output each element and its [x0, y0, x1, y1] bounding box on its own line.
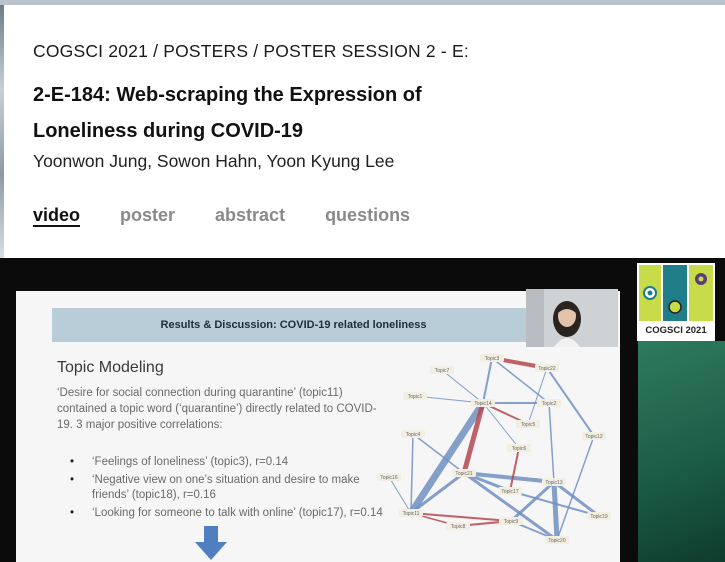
network-node-label: Topic6 — [512, 446, 527, 452]
background-panel — [638, 341, 725, 562]
network-edge — [527, 367, 548, 425]
authors: Yoonwon Jung, Sowon Hahn, Yoon Kyung Lee — [33, 151, 395, 171]
network-node: Topic6 — [507, 444, 531, 452]
list-item: ‘Looking for someone to talk with online… — [70, 506, 390, 522]
list-item: ‘Feelings of loneliness’ (topic3), r=0.1… — [70, 455, 390, 471]
network-edge — [388, 476, 412, 514]
poster-header: COGSCI 2021 / POSTERS / POSTER SESSION 2… — [0, 5, 725, 258]
network-edge — [548, 402, 555, 483]
network-node: Topic2 — [537, 399, 561, 407]
presenter-webcam — [526, 289, 618, 347]
network-edge — [441, 369, 484, 404]
network-edge — [410, 471, 465, 515]
network-edge — [509, 447, 520, 492]
network-node: Topic8 — [446, 522, 470, 530]
network-node-label: Topic11 — [403, 511, 420, 517]
network-node: Topic3 — [480, 354, 504, 362]
logo-text: COGSCI 2021 — [645, 325, 707, 336]
network-node: Topic11 — [399, 509, 423, 517]
network-node-label: Topic4 — [406, 432, 421, 438]
network-node: Topic14 — [471, 399, 495, 407]
network-edge — [551, 481, 560, 541]
network-node: Topic1 — [403, 392, 427, 400]
topic-network-graph: Topic3 Topic22 Topic7 Topic1 Topic14 Topic2 To… — [377, 354, 611, 544]
network-node: Topic20 — [545, 536, 569, 544]
tab-poster[interactable]: poster — [120, 205, 175, 226]
network-node: Topic19 — [587, 512, 611, 520]
network-edge — [482, 357, 493, 404]
network-node-label: Topic22 — [538, 366, 555, 372]
network-node-label: Topic2 — [542, 401, 557, 407]
network-edge — [482, 402, 520, 449]
network-node-label: Topic16 — [380, 475, 397, 481]
slide-heading: Topic Modeling — [57, 359, 164, 376]
page-title: 2-E-184: Web-scraping the Expression of … — [33, 84, 422, 142]
network-node: Topic17 — [498, 487, 522, 495]
network-node-label: Topic17 — [501, 489, 518, 495]
network-node: Topic4 — [401, 430, 425, 438]
list-item: ‘Negative view on one’s situation and de… — [70, 473, 390, 504]
network-node: Topic7 — [430, 366, 454, 374]
tab-abstract[interactable]: abstract — [215, 205, 285, 226]
slide-body: ‘Desire for social connection during qua… — [57, 387, 377, 431]
network-node-label: Topic13 — [545, 480, 562, 486]
network-node-label: Topic21 — [455, 471, 472, 477]
cogsci-logo: COGSCI 2021 — [637, 263, 715, 341]
breadcrumb[interactable]: COGSCI 2021 / POSTERS / POSTER SESSION 2… — [33, 41, 469, 62]
network-node: Topic22 — [535, 364, 559, 372]
down-arrow-icon — [195, 526, 227, 560]
tab-questions[interactable]: questions — [325, 205, 410, 226]
tab-bar: video poster abstract questions — [33, 205, 450, 226]
network-node-label: Topic7 — [435, 368, 450, 374]
network-node-label: Topic8 — [451, 524, 466, 530]
video-player[interactable]: Results & Discussion: COVID-19 related l… — [0, 258, 725, 562]
network-edge — [410, 433, 414, 514]
network-node-label: Topic19 — [590, 514, 607, 520]
network-node: Topic21 — [452, 469, 476, 477]
presenter-avatar — [526, 289, 618, 347]
network-node-label: Topic9 — [504, 519, 519, 525]
network-node: Topic16 — [377, 473, 401, 481]
network-node-label: Topic20 — [548, 538, 565, 544]
network-node-label: Topic12 — [585, 434, 602, 440]
network-node-label: Topic5 — [521, 422, 536, 428]
network-node-label: Topic14 — [474, 401, 491, 407]
network-node: Topic13 — [542, 478, 566, 486]
network-node: Topic12 — [582, 432, 606, 440]
tab-video[interactable]: video — [33, 205, 80, 226]
slide-bullets: ‘Feelings of loneliness’ (topic3), r=0.1… — [70, 455, 390, 523]
network-node: Topic9 — [499, 517, 523, 525]
slide-banner-text: Results & Discussion: COVID-19 related l… — [160, 319, 427, 331]
network-node: Topic5 — [516, 420, 540, 428]
network-edge — [408, 401, 486, 515]
network-node-label: Topic3 — [485, 356, 500, 362]
network-node-label: Topic1 — [408, 394, 423, 400]
